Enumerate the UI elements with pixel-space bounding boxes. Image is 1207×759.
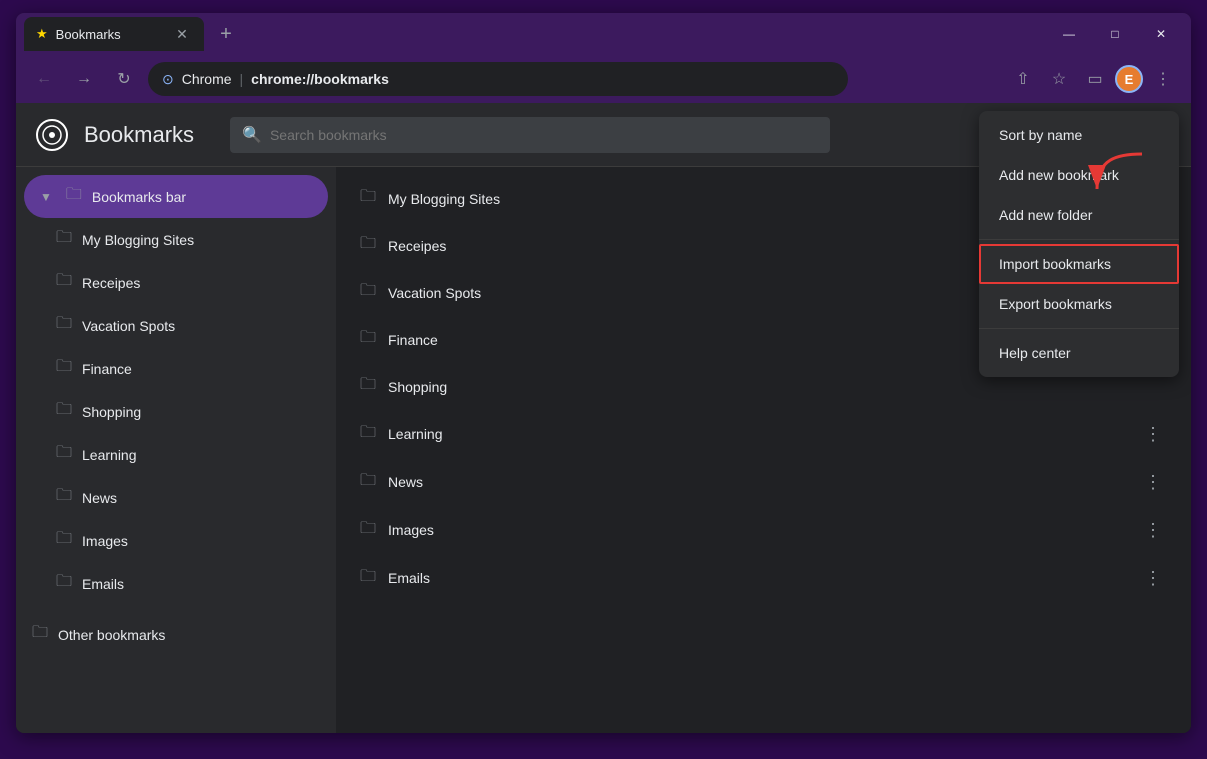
menu-item-add-folder[interactable]: Add new folder [979,195,1179,235]
bookmark-name: Shopping [388,379,1167,395]
sidebar-item-emails[interactable]: 🗀 Emails [40,562,336,605]
title-bar: ★ Bookmarks ✕ + — □ ✕ [16,13,1191,55]
browser-window: ★ Bookmarks ✕ + — □ ✕ ← → ↻ ⊙ Chrome | c… [16,13,1191,733]
folder-icon: 🗀 [56,441,72,468]
minimize-button[interactable]: — [1047,18,1091,50]
bookmark-name: Images [388,522,1127,538]
maximize-button[interactable]: □ [1093,18,1137,50]
folder-icon: 🗀 [360,469,376,496]
address-site: Chrome [182,71,232,87]
window-controls: — □ ✕ [1047,18,1183,50]
sidebar-other-bookmarks-label: Other bookmarks [58,627,165,643]
address-url: chrome://bookmarks [251,71,389,87]
address-bar[interactable]: ⊙ Chrome | chrome://bookmarks [148,62,848,96]
reload-button[interactable]: ↻ [108,63,140,95]
bookmark-row[interactable]: 🗀 Learning ⋮ [336,410,1191,458]
sidebar-child-label: Finance [82,361,132,377]
sidebar-item-shopping[interactable]: 🗀 Shopping [40,390,336,433]
address-separator: | [240,71,244,87]
menu-item-import-bookmarks[interactable]: Import bookmarks [979,244,1179,284]
sidebar-child-label: Shopping [82,404,141,420]
bookmark-row[interactable]: 🗀 News ⋮ [336,458,1191,506]
folder-icon: 🗀 [56,226,72,253]
search-bar[interactable]: 🔍 [230,117,830,153]
sidebar-child-label: Learning [82,447,137,463]
sidebar-child-label: Receipes [82,275,140,291]
menu-item-export-bookmarks[interactable]: Export bookmarks [979,284,1179,324]
sidebar-item-my-blogging-sites[interactable]: 🗀 My Blogging Sites [40,218,336,261]
expand-arrow-icon: ▼ [40,190,52,204]
site-favicon: ⊙ [162,71,174,88]
folder-icon: 🗀 [360,565,376,592]
sidebar-item-finance[interactable]: 🗀 Finance [40,347,336,390]
bookmarks-logo [36,119,68,151]
menu-divider [979,328,1179,329]
tab-title: Bookmarks [56,27,164,42]
sidebar-child-label: News [82,490,117,506]
sidebar-item-news[interactable]: 🗀 News [40,476,336,519]
folder-icon: 🗀 [56,570,72,597]
bookmark-row[interactable]: 🗀 Emails ⋮ [336,554,1191,602]
search-icon: 🔍 [242,125,262,145]
sidebar-item-vacation-spots[interactable]: 🗀 Vacation Spots [40,304,336,347]
forward-button[interactable]: → [68,63,100,95]
folder-icon: 🗀 [32,621,48,648]
folder-icon: 🗀 [56,355,72,382]
search-input[interactable] [270,127,818,143]
bookmark-row[interactable]: 🗀 Images ⋮ [336,506,1191,554]
nav-bar: ← → ↻ ⊙ Chrome | chrome://bookmarks ⇧ ☆ … [16,55,1191,103]
folder-icon: 🗀 [360,279,376,306]
folder-icon: 🗀 [360,517,376,544]
more-options-button[interactable]: ⋮ [1139,420,1167,448]
main-content: Bookmarks 🔍 ▼ 🗀 Bookmarks bar 🗀 [16,103,1191,733]
folder-icon: 🗀 [360,326,376,353]
bookmark-name: Emails [388,570,1127,586]
sidebar-item-bookmarks-bar[interactable]: ▼ 🗀 Bookmarks bar [24,175,328,218]
sidebar-item-other-bookmarks[interactable]: 🗀 Other bookmarks [16,613,336,656]
sidebar-bookmarks-bar-label: Bookmarks bar [92,189,186,205]
sidebar-children: 🗀 My Blogging Sites 🗀 Receipes 🗀 Vacatio… [16,218,336,605]
sidebar-item-receipes[interactable]: 🗀 Receipes [40,261,336,304]
menu-button[interactable]: ⋮ [1147,63,1179,95]
tab-close-button[interactable]: ✕ [172,24,192,44]
folder-icon: 🗀 [56,398,72,425]
profile-button[interactable]: E [1115,65,1143,93]
folder-icon: 🗀 [56,484,72,511]
bookmark-name: News [388,474,1127,490]
folder-icon: 🗀 [56,312,72,339]
sidebar-child-label: Emails [82,576,124,592]
sidebar-child-label: Vacation Spots [82,318,175,334]
share-button[interactable]: ⇧ [1007,63,1039,95]
sidebar: ▼ 🗀 Bookmarks bar 🗀 My Blogging Sites 🗀 … [16,167,336,733]
back-button[interactable]: ← [28,63,60,95]
folder-icon: 🗀 [56,269,72,296]
more-options-button[interactable]: ⋮ [1139,516,1167,544]
menu-item-help-center[interactable]: Help center [979,333,1179,373]
more-options-button[interactable]: ⋮ [1139,564,1167,592]
nav-actions: ⇧ ☆ ▭ E ⋮ [1007,63,1179,95]
sidebar-toggle-button[interactable]: ▭ [1079,63,1111,95]
page-title: Bookmarks [84,122,194,148]
folder-icon: 🗀 [360,232,376,259]
new-tab-button[interactable]: + [212,20,240,48]
tab-favicon: ★ [36,26,48,42]
context-menu: Sort by name Add new bookmark Add new fo… [979,111,1179,377]
sidebar-child-label: My Blogging Sites [82,232,194,248]
menu-item-sort-by-name[interactable]: Sort by name [979,115,1179,155]
folder-icon: 🗀 [360,185,376,212]
close-button[interactable]: ✕ [1139,18,1183,50]
sidebar-item-learning[interactable]: 🗀 Learning [40,433,336,476]
folder-icon: 🗀 [360,421,376,448]
folder-icon: 🗀 [56,527,72,554]
bookmark-name: Learning [388,426,1127,442]
sidebar-item-images[interactable]: 🗀 Images [40,519,336,562]
menu-item-add-bookmark[interactable]: Add new bookmark [979,155,1179,195]
active-tab[interactable]: ★ Bookmarks ✕ [24,17,204,51]
bookmark-button[interactable]: ☆ [1043,63,1075,95]
folder-icon: 🗀 [360,373,376,400]
more-options-button[interactable]: ⋮ [1139,468,1167,496]
menu-divider [979,239,1179,240]
sidebar-child-label: Images [82,533,128,549]
folder-icon: 🗀 [66,183,82,210]
